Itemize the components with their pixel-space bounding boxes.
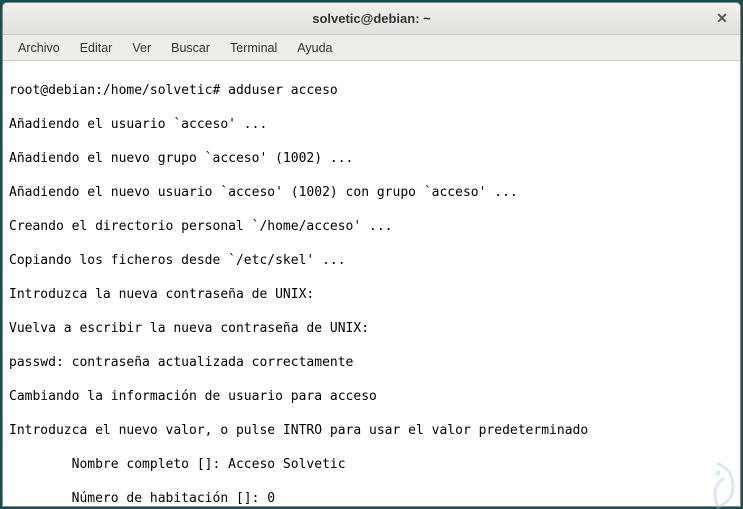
terminal-window: solvetic@debian: ~ ✕ Archivo Editar Ver … [2,2,741,507]
watermark-icon [693,459,743,509]
close-button[interactable]: ✕ [714,11,730,27]
titlebar: solvetic@debian: ~ ✕ [3,3,740,35]
terminal-line: Añadiendo el usuario `acceso' ... [9,116,734,133]
terminal-line: Introduzca la nueva contraseña de UNIX: [9,286,734,303]
terminal-line: Copiando los ficheros desde `/etc/skel' … [9,252,734,269]
terminal-line: Número de habitación []: 0 [9,490,734,506]
terminal-output[interactable]: root@debian:/home/solvetic# adduser acce… [3,61,740,506]
menubar: Archivo Editar Ver Buscar Terminal Ayuda [3,35,740,61]
terminal-line: root@debian:/home/solvetic# adduser acce… [9,82,734,99]
terminal-line: Añadiendo el nuevo grupo `acceso' (1002)… [9,150,734,167]
menu-editar[interactable]: Editar [71,38,122,58]
menu-buscar[interactable]: Buscar [162,38,219,58]
menu-ayuda[interactable]: Ayuda [288,38,341,58]
close-icon: ✕ [716,10,728,27]
terminal-line: Creando el directorio personal `/home/ac… [9,218,734,235]
menu-ver[interactable]: Ver [123,38,160,58]
terminal-line: Nombre completo []: Acceso Solvetic [9,456,734,473]
terminal-line: Introduzca el nuevo valor, o pulse INTRO… [9,422,734,439]
menu-terminal[interactable]: Terminal [221,38,286,58]
window-title: solvetic@debian: ~ [312,11,431,26]
terminal-line: Añadiendo el nuevo usuario `acceso' (100… [9,184,734,201]
terminal-line: passwd: contraseña actualizada correctam… [9,354,734,371]
terminal-line: Cambiando la información de usuario para… [9,388,734,405]
terminal-line: Vuelva a escribir la nueva contraseña de… [9,320,734,337]
menu-archivo[interactable]: Archivo [9,38,69,58]
